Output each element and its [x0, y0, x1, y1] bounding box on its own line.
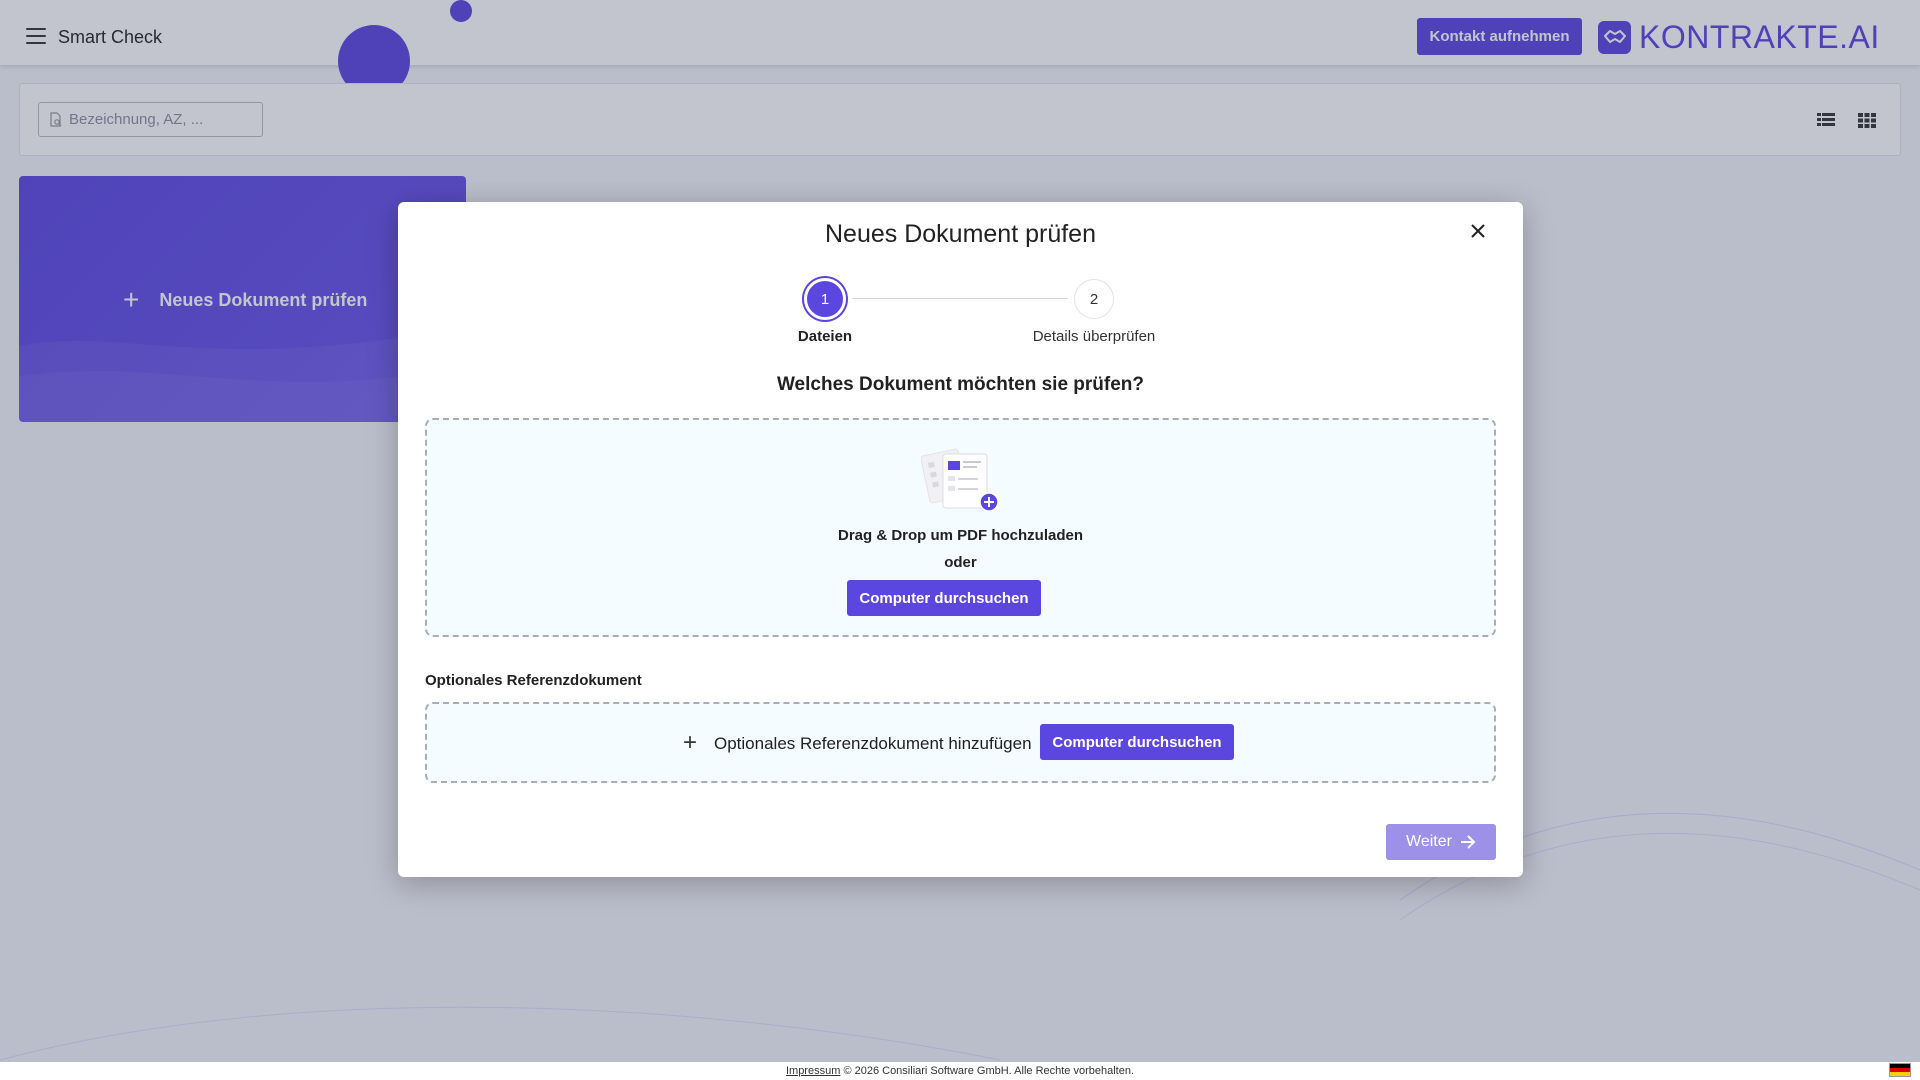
dropzone-or: oder [944, 554, 977, 571]
close-icon [1471, 223, 1485, 238]
german-flag-icon[interactable] [1889, 1063, 1911, 1077]
stepper-connector [852, 298, 1068, 299]
step-2-indicator[interactable]: 2 [1074, 279, 1114, 319]
upload-question: Welches Dokument möchten sie prüfen? [776, 374, 1145, 395]
add-reference-label: Optionales Referenzdokument hinzufügen [714, 734, 1032, 753]
plus-icon: + [683, 729, 698, 756]
step-1-label: Dateien [797, 328, 853, 345]
reference-dropzone[interactable]: + Optionales Referenzdokument hinzufügen… [425, 702, 1496, 783]
document-upload-icon [921, 448, 999, 512]
impressum-link[interactable]: Impressum [786, 1065, 840, 1077]
step-2-label: Details überprüfen [1032, 328, 1156, 345]
step-1-indicator[interactable]: 1 [804, 278, 846, 320]
reference-heading: Optionales Referenzdokument [425, 672, 642, 689]
dropzone-instruction: Drag & Drop um PDF hochzuladen [837, 527, 1083, 544]
new-document-dialog: Neues Dokument prüfen 1 2 Dateien Detail… [398, 202, 1523, 877]
dialog-title: Neues Dokument prüfen [825, 220, 1096, 248]
arrow-right-icon [1460, 835, 1476, 849]
browse-computer-button[interactable]: Computer durchsuchen [847, 580, 1041, 616]
copyright-text: © 2026 Consiliari Software GmbH. Alle Re… [843, 1065, 1135, 1077]
next-button-label: Weiter [1406, 833, 1452, 850]
footer: Impressum © 2026 Consiliari Software Gmb… [0, 1062, 1920, 1080]
browse-reference-button[interactable]: Computer durchsuchen [1040, 724, 1234, 760]
close-button[interactable] [1466, 220, 1490, 244]
next-button[interactable]: Weiter [1386, 824, 1496, 860]
pdf-dropzone[interactable]: Drag & Drop um PDF hochzuladen oder Comp… [425, 418, 1496, 637]
